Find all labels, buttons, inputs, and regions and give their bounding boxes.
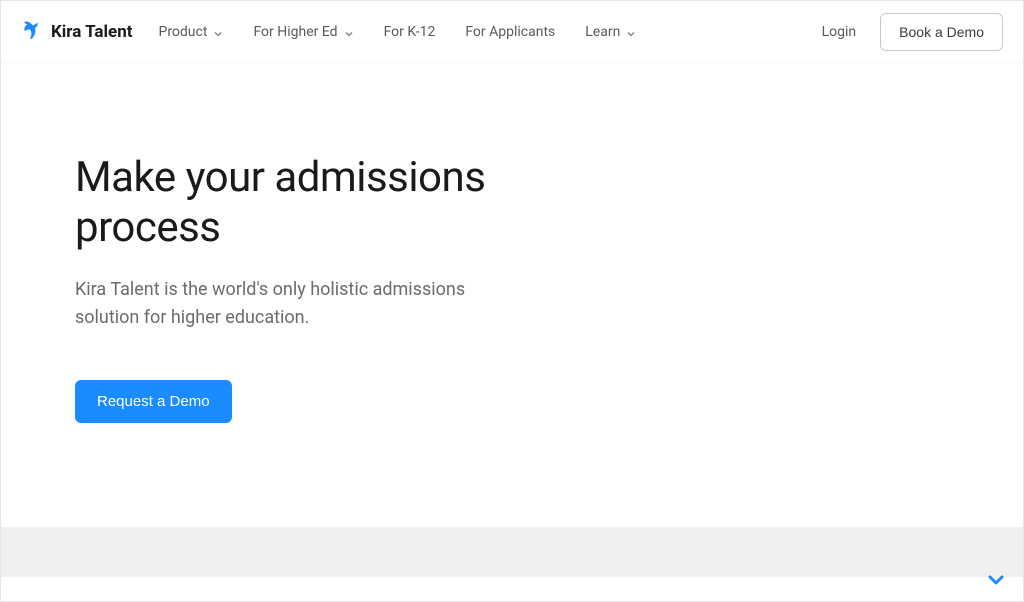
nav-label: Learn — [585, 24, 620, 40]
login-link[interactable]: Login — [822, 24, 857, 40]
hummingbird-icon — [21, 20, 43, 44]
nav-label: For Applicants — [465, 24, 555, 40]
brand-logo[interactable]: Kira Talent — [21, 20, 132, 44]
nav-label: For K-12 — [384, 24, 436, 40]
book-demo-button[interactable]: Book a Demo — [880, 13, 1003, 51]
chevron-down-icon — [213, 27, 223, 37]
chevron-down-icon — [626, 27, 636, 37]
nav-item-learn[interactable]: Learn — [585, 24, 636, 40]
scroll-down-arrow[interactable] — [987, 571, 1005, 589]
nav-item-k12[interactable]: For K-12 — [384, 24, 436, 40]
main-nav: Product For Higher Ed For K-12 For Appli… — [158, 24, 821, 40]
request-demo-button[interactable]: Request a Demo — [75, 380, 232, 423]
nav-item-higher-ed[interactable]: For Higher Ed — [253, 24, 353, 40]
hero-subtitle: Kira Talent is the world's only holistic… — [75, 276, 475, 332]
nav-item-product[interactable]: Product — [158, 24, 223, 40]
header-actions: Login Book a Demo — [822, 13, 1003, 51]
brand-name: Kira Talent — [51, 22, 132, 42]
bottom-bar — [1, 577, 1023, 601]
header: Kira Talent Product For Higher Ed For K-… — [1, 1, 1023, 63]
hero-section: Make your admissions process Kira Talent… — [1, 63, 521, 423]
hero-title: Make your admissions process — [75, 153, 521, 254]
nav-label: For Higher Ed — [253, 24, 337, 40]
nav-label: Product — [158, 24, 207, 40]
nav-item-applicants[interactable]: For Applicants — [465, 24, 555, 40]
chevron-down-icon — [344, 27, 354, 37]
footer-strip — [1, 527, 1023, 577]
